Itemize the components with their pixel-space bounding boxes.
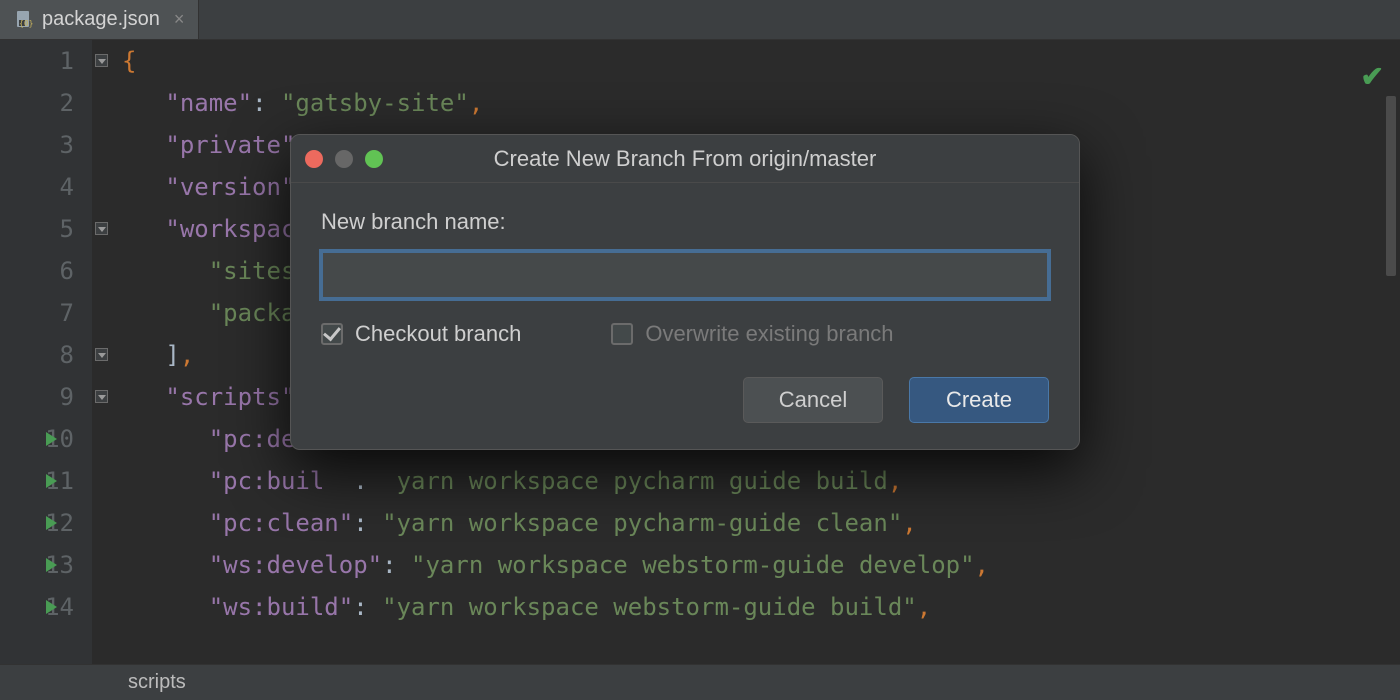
dialog-title: Create New Branch From origin/master (494, 146, 877, 172)
run-gutter-icon[interactable] (46, 558, 57, 572)
code-line[interactable]: { (122, 40, 1400, 82)
tab-bar: {0} package.json × (0, 0, 1400, 40)
close-icon[interactable]: × (174, 9, 185, 30)
create-branch-dialog: Create New Branch From origin/master New… (290, 134, 1080, 450)
window-maximize-icon[interactable] (365, 150, 383, 168)
line-number: 1 (0, 40, 74, 82)
run-gutter-icon[interactable] (46, 432, 57, 446)
checkbox-icon (321, 323, 343, 345)
line-number: 3 (0, 124, 74, 166)
line-number: 12 (0, 502, 74, 544)
code-line[interactable]: "pc:buil . yarn workspace pycharm guide … (122, 460, 1400, 502)
dialog-titlebar[interactable]: Create New Branch From origin/master (291, 135, 1079, 183)
json-file-icon: {0} (14, 10, 34, 30)
line-number: 11 (0, 460, 74, 502)
code-line[interactable]: "name": "gatsby-site", (122, 82, 1400, 124)
fold-icon[interactable] (95, 390, 108, 403)
fold-column (92, 40, 114, 664)
window-controls (305, 150, 383, 168)
line-number: 5 (0, 208, 74, 250)
code-line[interactable]: "pc:clean": "yarn workspace pycharm-guid… (122, 502, 1400, 544)
breadcrumb-item[interactable]: scripts (128, 671, 186, 694)
scrollbar[interactable] (1386, 96, 1396, 276)
line-number: 9 (0, 376, 74, 418)
fold-icon[interactable] (95, 222, 108, 235)
run-gutter-icon[interactable] (46, 474, 57, 488)
window-minimize-icon[interactable] (335, 150, 353, 168)
code-line[interactable]: "ws:build": "yarn workspace webstorm-gui… (122, 586, 1400, 628)
line-number: 2 (0, 82, 74, 124)
svg-text:{0}: {0} (19, 19, 33, 28)
line-number: 6 (0, 250, 74, 292)
analysis-ok-icon[interactable]: ✔ (1361, 60, 1384, 93)
line-number: 10 (0, 418, 74, 460)
overwrite-branch-label: Overwrite existing branch (645, 321, 893, 347)
fold-icon[interactable] (95, 54, 108, 67)
line-number: 4 (0, 166, 74, 208)
line-number: 13 (0, 544, 74, 586)
checkout-branch-checkbox[interactable]: Checkout branch (321, 321, 521, 347)
cancel-button[interactable]: Cancel (743, 377, 883, 423)
run-gutter-icon[interactable] (46, 600, 57, 614)
code-line[interactable]: "ws:develop": "yarn workspace webstorm-g… (122, 544, 1400, 586)
create-button[interactable]: Create (909, 377, 1049, 423)
run-gutter-icon[interactable] (46, 516, 57, 530)
window-close-icon[interactable] (305, 150, 323, 168)
overwrite-branch-checkbox[interactable]: Overwrite existing branch (611, 321, 893, 347)
tab-package-json[interactable]: {0} package.json × (0, 0, 199, 39)
fold-icon[interactable] (95, 348, 108, 361)
checkbox-icon (611, 323, 633, 345)
line-number: 14 (0, 586, 74, 628)
gutter: 1234567891011121314 (0, 40, 92, 664)
line-number: 7 (0, 292, 74, 334)
checkout-branch-label: Checkout branch (355, 321, 521, 347)
line-number: 8 (0, 334, 74, 376)
breadcrumb[interactable]: scripts (0, 664, 1400, 700)
branch-name-label: New branch name: (321, 209, 1049, 235)
branch-name-input[interactable] (321, 251, 1049, 299)
tab-filename: package.json (42, 8, 160, 31)
